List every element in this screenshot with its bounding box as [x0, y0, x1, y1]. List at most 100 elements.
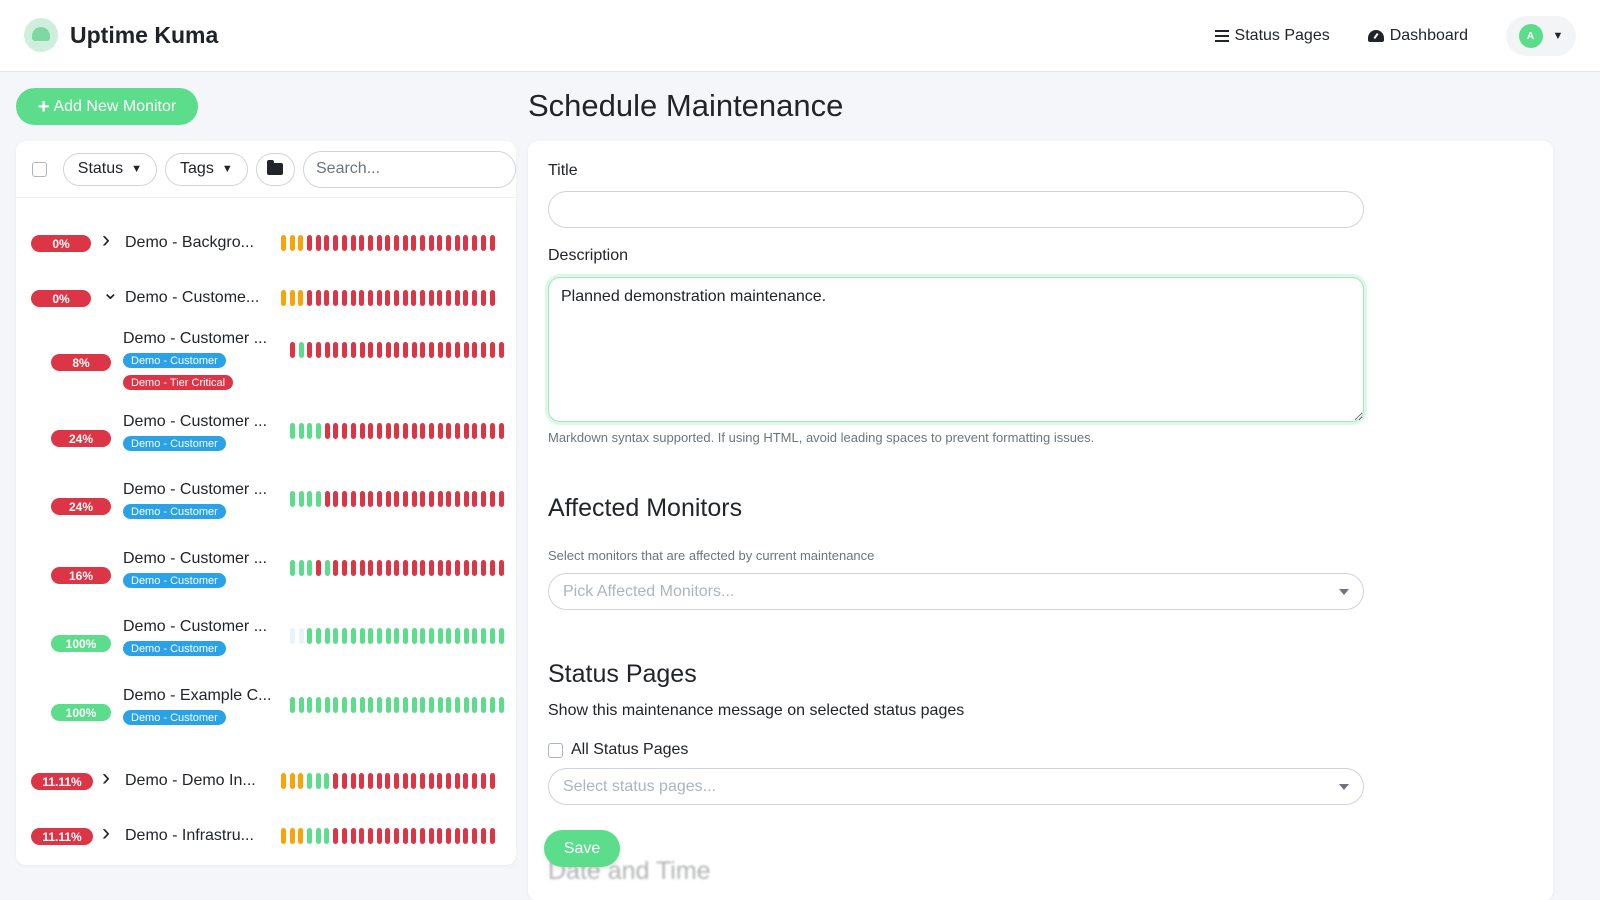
heartbeat-beat[interactable] [402, 697, 408, 713]
heartbeat-beat[interactable] [393, 828, 399, 844]
heartbeat-beat[interactable] [333, 423, 339, 439]
heartbeat-beat[interactable] [480, 773, 486, 789]
heartbeat-beat[interactable] [393, 290, 399, 306]
heartbeat-beat[interactable] [367, 290, 373, 306]
heartbeat-beat[interactable] [481, 628, 487, 644]
heartbeat-beat[interactable] [290, 423, 295, 439]
heartbeat-beat[interactable] [394, 423, 400, 439]
heartbeat-beat[interactable] [446, 491, 452, 507]
heartbeat-beat[interactable] [290, 697, 295, 713]
heartbeat-beat[interactable] [481, 697, 487, 713]
heartbeat-beat[interactable] [316, 560, 322, 576]
heartbeat-beat[interactable] [437, 773, 443, 789]
heartbeat-beat[interactable] [307, 423, 313, 439]
heartbeat-beat[interactable] [472, 290, 478, 306]
heartbeat-beat[interactable] [428, 290, 434, 306]
monitor-group-item[interactable]: 11.11% › Demo - Infrastru... [16, 819, 516, 865]
heartbeat-beat[interactable] [341, 828, 347, 844]
heartbeat-beat[interactable] [324, 342, 330, 358]
heartbeat-beat[interactable] [385, 342, 391, 358]
heartbeat-beat[interactable] [307, 491, 313, 507]
heartbeat-beat[interactable] [420, 697, 426, 713]
heartbeat-beat[interactable] [498, 628, 504, 644]
heartbeat-beat[interactable] [385, 235, 391, 251]
heartbeat-beat[interactable] [385, 773, 391, 789]
heartbeat-beat[interactable] [498, 423, 504, 439]
heartbeat-beat[interactable] [420, 290, 425, 306]
heartbeat-beat[interactable] [463, 342, 469, 358]
heartbeat-beat[interactable] [402, 235, 408, 251]
heartbeat-beat[interactable] [376, 235, 382, 251]
heartbeat-beat[interactable] [446, 342, 452, 358]
heartbeat-beat[interactable] [437, 628, 443, 644]
heartbeat-beat[interactable] [298, 697, 304, 713]
heartbeat-beat[interactable] [324, 235, 330, 251]
heartbeat-beat[interactable] [350, 560, 356, 576]
heartbeat-beat[interactable] [376, 697, 382, 713]
heartbeat-beat[interactable] [480, 828, 486, 844]
affected-monitors-select[interactable]: Pick Affected Monitors... [548, 573, 1364, 610]
heartbeat-beat[interactable] [411, 697, 417, 713]
profile-dropdown[interactable]: A ▼ [1506, 16, 1576, 56]
heartbeat-beat[interactable] [350, 290, 356, 306]
heartbeat-beat[interactable] [316, 423, 322, 439]
heartbeat-beat[interactable] [402, 628, 408, 644]
heartbeat-beat[interactable] [359, 491, 365, 507]
heartbeat-beat[interactable] [376, 828, 382, 844]
heartbeat-beat[interactable] [446, 235, 452, 251]
heartbeat-beat[interactable] [289, 773, 295, 789]
heartbeat-beat[interactable] [359, 560, 365, 576]
heartbeat-beat[interactable] [281, 828, 286, 844]
heartbeat-beat[interactable] [489, 697, 495, 713]
heartbeat-beat[interactable] [463, 697, 469, 713]
heartbeat-beat[interactable] [333, 491, 339, 507]
heartbeat-beat[interactable] [463, 423, 469, 439]
heartbeat-beat[interactable] [489, 828, 495, 844]
heartbeat-beat[interactable] [472, 628, 478, 644]
heartbeat-beat[interactable] [455, 342, 461, 358]
heartbeat-beat[interactable] [315, 828, 321, 844]
heartbeat-beat[interactable] [298, 828, 304, 844]
heartbeat-beat[interactable] [472, 773, 478, 789]
heartbeat-beat[interactable] [342, 423, 348, 439]
heartbeat-beat[interactable] [368, 697, 374, 713]
title-input[interactable] [548, 191, 1364, 228]
heartbeat-beat[interactable] [402, 342, 408, 358]
heartbeat-beat[interactable] [368, 491, 374, 507]
heartbeat-beat[interactable] [420, 560, 426, 576]
heartbeat-beat[interactable] [489, 773, 495, 789]
heartbeat-beat[interactable] [420, 235, 425, 251]
heartbeat-beat[interactable] [489, 290, 495, 306]
heartbeat-beat[interactable] [437, 342, 443, 358]
heartbeat-beat[interactable] [437, 697, 443, 713]
heartbeat-beat[interactable] [290, 628, 295, 644]
heartbeat-beat[interactable] [472, 491, 478, 507]
heartbeat-beat[interactable] [333, 290, 339, 306]
heartbeat-beat[interactable] [368, 560, 374, 576]
heartbeat-beat[interactable] [298, 560, 304, 576]
brand[interactable]: Uptime Kuma [24, 18, 218, 52]
heartbeat-beat[interactable] [341, 773, 347, 789]
heartbeat-beat[interactable] [420, 773, 425, 789]
heartbeat-beat[interactable] [472, 342, 478, 358]
heartbeat-beat[interactable] [411, 628, 417, 644]
heartbeat-beat[interactable] [454, 235, 460, 251]
heartbeat-beat[interactable] [420, 342, 426, 358]
heartbeat-beat[interactable] [333, 628, 339, 644]
heartbeat-beat[interactable] [420, 628, 426, 644]
heartbeat-beat[interactable] [359, 342, 365, 358]
heartbeat-beat[interactable] [437, 423, 443, 439]
heartbeat-beat[interactable] [298, 423, 304, 439]
heartbeat-beat[interactable] [454, 290, 460, 306]
heartbeat-beat[interactable] [290, 560, 295, 576]
heartbeat-beat[interactable] [481, 342, 487, 358]
description-textarea[interactable]: Planned demonstration maintenance. [548, 277, 1364, 422]
heartbeat-beat[interactable] [368, 628, 374, 644]
heartbeat-beat[interactable] [376, 773, 382, 789]
heartbeat-beat[interactable] [472, 235, 478, 251]
heartbeat-beat[interactable] [420, 423, 426, 439]
heartbeat-beat[interactable] [298, 773, 304, 789]
heartbeat-beat[interactable] [429, 342, 434, 358]
heartbeat-beat[interactable] [402, 828, 408, 844]
heartbeat-beat[interactable] [455, 560, 461, 576]
